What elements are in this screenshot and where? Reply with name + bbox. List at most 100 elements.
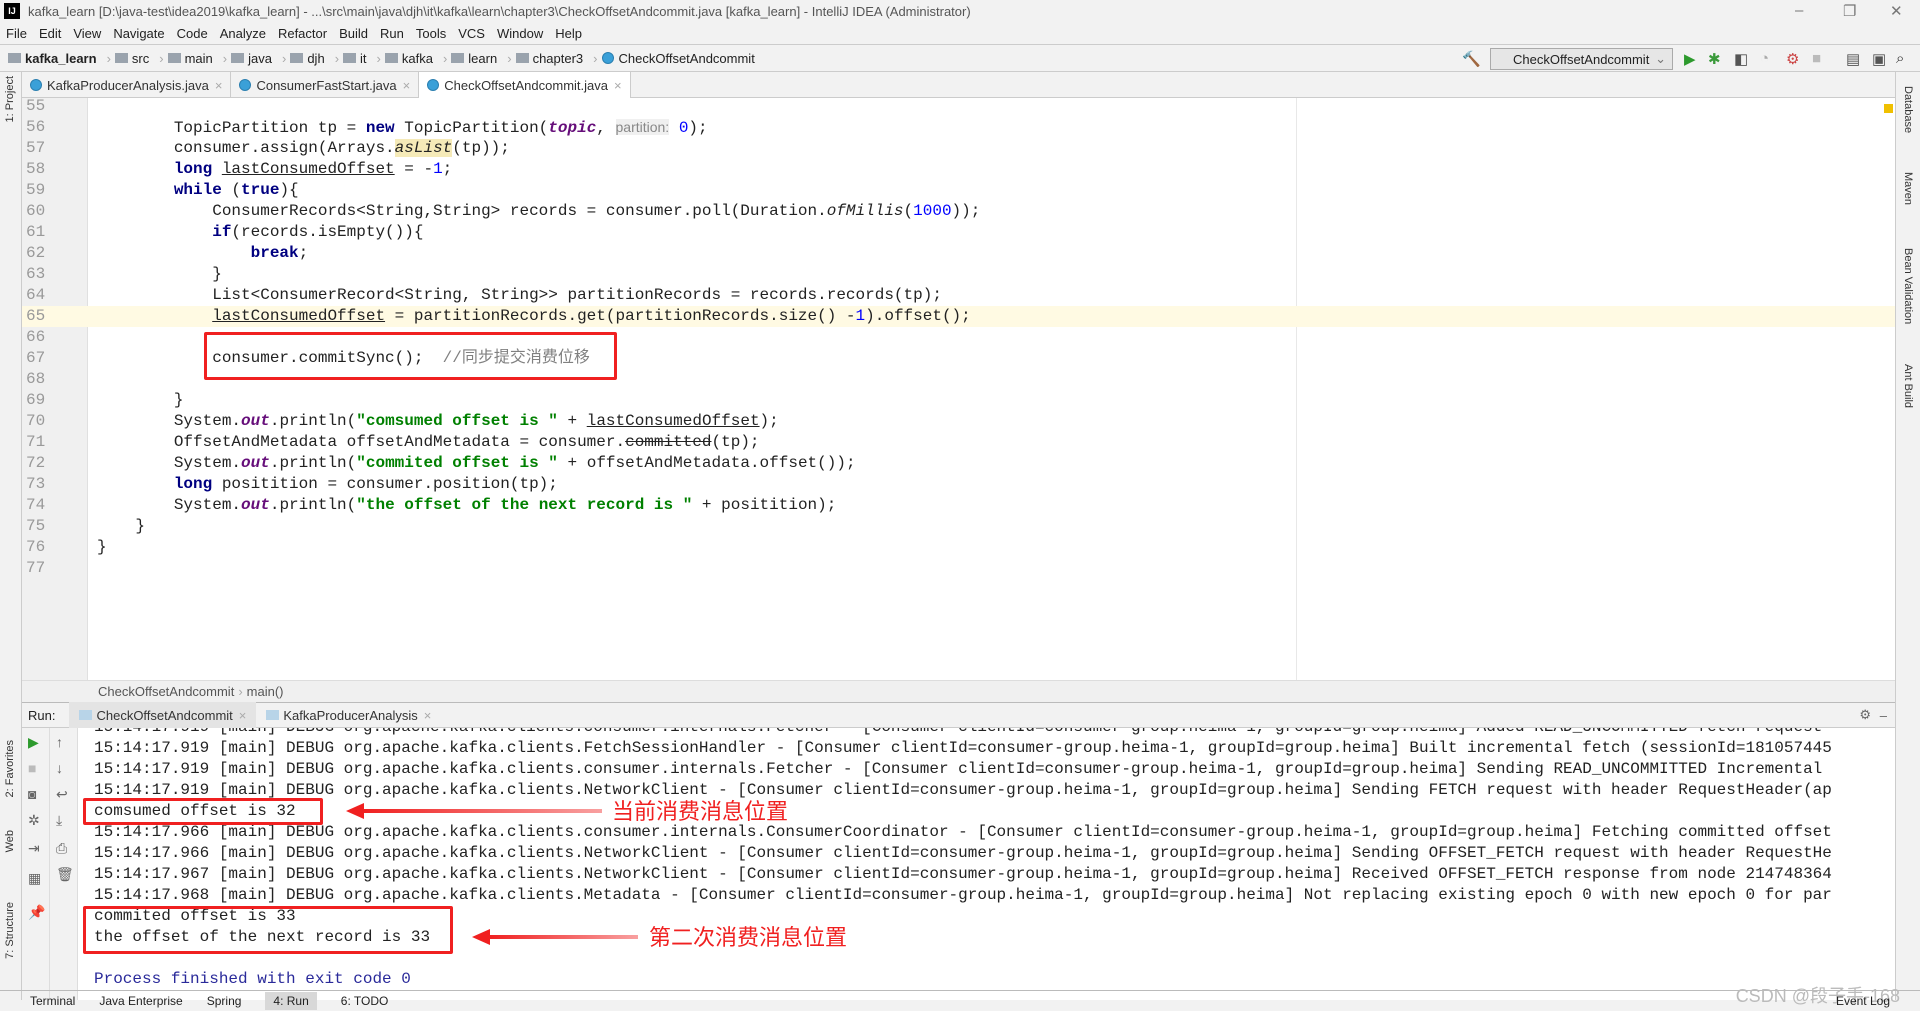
menu-run[interactable]: Run: [380, 26, 404, 41]
breadcrumb-item[interactable]: kafka: [384, 51, 433, 66]
run-configuration-select[interactable]: CheckOffsetAndcommit ⌄: [1490, 48, 1673, 70]
menu-code[interactable]: Code: [177, 26, 208, 41]
tool-window-spring[interactable]: Spring: [207, 994, 242, 1008]
tool-database[interactable]: Database: [1902, 86, 1914, 133]
tool-window-todo[interactable]: 6: TODO: [341, 994, 389, 1008]
minimize-icon[interactable]: –: [1795, 2, 1803, 19]
code-token: .println(: [269, 496, 357, 514]
code-token: ;: [298, 244, 309, 262]
breadcrumb-label: CheckOffsetAndcommit: [618, 50, 755, 66]
title-bar: IJ kafka_learn [D:\java-test\idea2019\ka…: [0, 0, 1920, 22]
run-icon[interactable]: ▶: [1684, 50, 1696, 68]
debug-icon[interactable]: ✱: [1708, 50, 1721, 68]
console-output[interactable]: ▶ ■ ◙ ✲ ⇥ ▦ 📌 ↑ ↓ ↩ ⤓ ⎙ 🗑 15:14:17.919 […: [22, 728, 1895, 1000]
pin-icon[interactable]: 📌: [28, 904, 45, 921]
tool-window-terminal[interactable]: Terminal: [30, 994, 75, 1008]
breadcrumb-method[interactable]: main(): [247, 684, 284, 699]
console-line: 15:14:17.966 [main] DEBUG org.apache.kaf…: [94, 844, 1832, 862]
breadcrumb-item[interactable]: kafka_learn: [8, 51, 97, 66]
run-panel-header: Run: CheckOffsetAndcommit × KafkaProducer…: [22, 702, 1895, 728]
print-icon[interactable]: ⎙: [56, 840, 67, 857]
coverage-icon[interactable]: ◧: [1734, 50, 1748, 68]
line-number: 72: [26, 454, 46, 472]
code-token: = -: [394, 160, 434, 178]
editor-tab[interactable]: KafkaProducerAnalysis.java ×: [22, 72, 232, 98]
tool-web[interactable]: Web: [4, 830, 16, 852]
hide-icon[interactable]: –: [1880, 708, 1887, 723]
settings-icon[interactable]: ✲: [28, 812, 40, 829]
menu-edit[interactable]: Edit: [39, 26, 61, 41]
breadcrumb-item[interactable]: it: [343, 51, 367, 66]
menu-vcs[interactable]: VCS: [458, 26, 485, 41]
build-hammer-icon[interactable]: 🔨: [1462, 50, 1481, 68]
highlight-box-commitsync: [204, 332, 617, 380]
tool-project[interactable]: 1: Project: [4, 76, 16, 122]
code-token: OffsetAndMetadata offsetAndMetadata = co…: [97, 433, 626, 451]
editor-tab[interactable]: ConsumerFastStart.java ×: [231, 72, 420, 98]
frame-icon[interactable]: ▣: [1872, 50, 1886, 68]
run-tab-kafkaproduceranalysis[interactable]: KafkaProducerAnalysis ×: [256, 702, 441, 728]
breadcrumb-class[interactable]: CheckOffsetAndcommit: [98, 684, 234, 699]
editor-tabs: KafkaProducerAnalysis.java × ConsumerFastS…: [22, 72, 1895, 98]
close-icon[interactable]: ✕: [1890, 2, 1903, 20]
run-tab-checkoffsetandcommit[interactable]: CheckOffsetAndcommit ×: [69, 702, 257, 728]
tool-window-javaenterprise[interactable]: Java Enterprise: [99, 994, 182, 1008]
tool-window-run[interactable]: 4: Run: [265, 992, 317, 1010]
editor-tab[interactable]: CheckOffsetAndcommit.java ×: [419, 72, 631, 98]
code-text: }: [97, 264, 222, 285]
stop-icon[interactable]: ■: [1812, 50, 1821, 67]
scroll-to-end-icon[interactable]: ⤓: [56, 812, 62, 829]
code-line: 55: [22, 98, 1895, 117]
soft-wrap-icon[interactable]: ↩: [56, 786, 68, 803]
menu-help[interactable]: Help: [555, 26, 582, 41]
breadcrumb-item[interactable]: CheckOffsetAndcommit: [601, 50, 755, 66]
close-icon[interactable]: ×: [403, 78, 411, 93]
login-icon[interactable]: ⇥: [28, 840, 40, 857]
tool-ant-build[interactable]: Ant Build: [1902, 364, 1914, 408]
breadcrumb-item[interactable]: djh: [290, 51, 325, 66]
close-icon[interactable]: ×: [614, 78, 622, 93]
stop-icon[interactable]: ■: [28, 760, 36, 776]
breadcrumb-item[interactable]: src: [114, 51, 149, 66]
menu-analyze[interactable]: Analyze: [220, 26, 266, 41]
restore-icon[interactable]: ❐: [1843, 2, 1856, 20]
highlight-box-consumed: [83, 798, 323, 825]
camera-icon[interactable]: ◙: [28, 786, 36, 802]
tool-bean-validation[interactable]: Bean Validation: [1902, 248, 1914, 324]
profile-icon[interactable]: ◔: [1760, 50, 1769, 67]
close-icon[interactable]: ×: [215, 78, 223, 93]
breadcrumb-item[interactable]: chapter3: [515, 51, 583, 66]
breadcrumb-item[interactable]: learn: [451, 51, 497, 66]
menu-build[interactable]: Build: [339, 26, 368, 41]
tool-favorites[interactable]: 2: Favorites: [4, 740, 16, 797]
breadcrumb-item[interactable]: java: [231, 51, 272, 66]
project-structure-icon[interactable]: ▤: [1846, 50, 1860, 68]
close-icon[interactable]: ×: [424, 708, 432, 723]
menu-view[interactable]: View: [73, 26, 101, 41]
line-number: 75: [26, 517, 46, 535]
tool-maven[interactable]: Maven: [1902, 172, 1914, 205]
attach-debugger-icon[interactable]: ⚙: [1786, 50, 1799, 68]
code-editor[interactable]: 55 56 TopicPartition tp = new TopicPartit…: [22, 98, 1895, 680]
tool-structure[interactable]: 7: Structure: [4, 902, 16, 959]
rerun-icon[interactable]: ▶: [28, 734, 39, 751]
search-icon[interactable]: ⌕: [1896, 50, 1904, 67]
breadcrumb-item[interactable]: main: [167, 51, 213, 66]
menu-refactor[interactable]: Refactor: [278, 26, 327, 41]
menu-navigate[interactable]: Navigate: [113, 26, 164, 41]
arrow-down-icon[interactable]: ↓: [56, 760, 63, 776]
menu-file[interactable]: File: [6, 26, 27, 41]
menu-window[interactable]: Window: [497, 26, 543, 41]
event-log-button[interactable]: Event Log: [1836, 994, 1890, 1008]
code-text: consumer.assign(Arrays.asList(tp));: [97, 138, 510, 159]
close-icon[interactable]: ×: [239, 708, 247, 723]
gear-icon[interactable]: ⚙: [1859, 707, 1871, 723]
trash-icon[interactable]: 🗑: [56, 866, 74, 883]
layout-icon[interactable]: ▦: [28, 870, 41, 887]
code-token: List<ConsumerRecord<String, String>> par…: [97, 286, 942, 304]
arrow-up-icon[interactable]: ↑: [56, 734, 63, 750]
code-token: 1000: [913, 202, 952, 220]
code-token: 0: [678, 119, 689, 137]
menu-tools[interactable]: Tools: [416, 26, 446, 41]
